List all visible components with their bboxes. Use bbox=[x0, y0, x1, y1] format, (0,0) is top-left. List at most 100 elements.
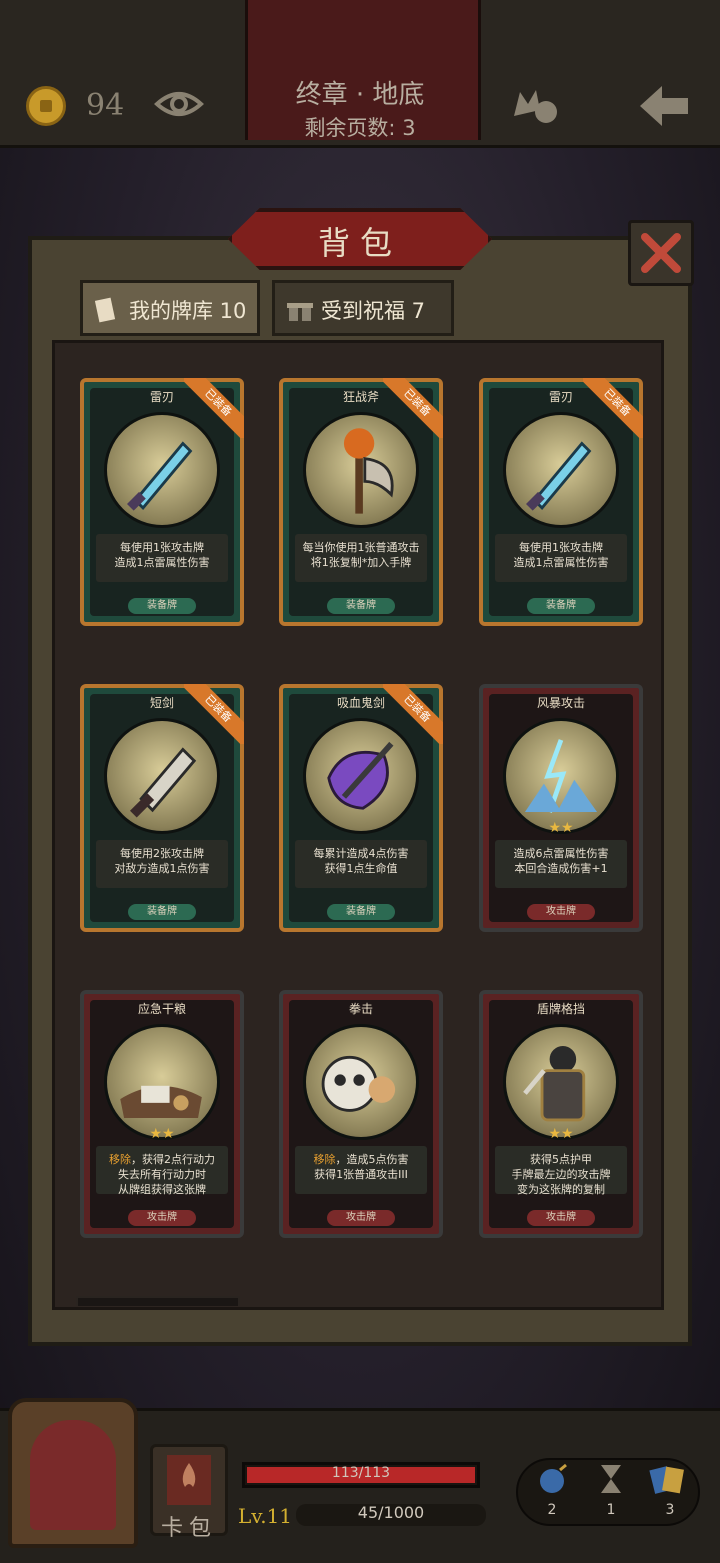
card-name: 盾牌格挡 bbox=[536, 1002, 585, 1016]
card-type: 装备牌 bbox=[327, 598, 395, 614]
card-description-line: 获得5点护甲 bbox=[495, 1152, 627, 1167]
tab-blessings[interactable]: 受到祝福 7 bbox=[272, 280, 454, 336]
equipped-badge-label: 已装备 bbox=[583, 378, 643, 438]
close-icon bbox=[641, 233, 681, 273]
card-description: 每使用1张攻击牌 造成1点雷属性伤害 bbox=[96, 534, 228, 582]
card-description-text: 每累计造成4点伤害 bbox=[313, 847, 409, 860]
card-description-line: 本回合造成伤害+1 bbox=[495, 861, 627, 876]
equipped-badge-label: 已装备 bbox=[383, 684, 443, 744]
card[interactable]: 狂战斧 每当你使用1张普通攻击 将1张复制*加入手牌 装备牌 已装备 bbox=[279, 378, 443, 626]
xp-text: 45/1000 bbox=[357, 1503, 425, 1522]
card-description-line: 造成1点雷属性伤害 bbox=[96, 555, 228, 570]
pages-left: 剩余页数: 3 bbox=[304, 116, 416, 140]
card-description-text: 对敌方造成1点伤害 bbox=[114, 862, 210, 875]
bomb-count: 2 bbox=[547, 1502, 557, 1518]
fire-book-icon bbox=[167, 1455, 211, 1505]
card-type: 攻击牌 bbox=[327, 1210, 395, 1226]
card-art bbox=[104, 1024, 220, 1140]
hp-text: 113/113 bbox=[331, 1465, 391, 1481]
tab-my-deck-label: 我的牌库 10 bbox=[129, 299, 247, 323]
chapter-title: 终章 · 地底 bbox=[295, 80, 425, 110]
card[interactable]: 雷刃 每使用1张攻击牌 造成1点雷属性伤害 装备牌 已装备 bbox=[80, 378, 244, 626]
card-type: 攻击牌 bbox=[527, 1210, 595, 1226]
equipped-badge: 已装备 bbox=[184, 684, 244, 744]
card-description-line: 造成1点雷属性伤害 bbox=[495, 555, 627, 570]
cards-stack-icon[interactable] bbox=[648, 1462, 688, 1496]
card-description: 每当你使用1张普通攻击 将1张复制*加入手牌 bbox=[295, 534, 427, 582]
hero-portrait bbox=[30, 1420, 116, 1530]
coin-count: 94 bbox=[86, 88, 125, 123]
tab-my-deck[interactable]: 我的牌库 10 bbox=[80, 280, 260, 336]
card-description-text: ，造成5点伤害 bbox=[335, 1153, 409, 1166]
card-pack-label: 卡包 bbox=[160, 1516, 217, 1541]
card-description-text: 失去所有行动力时 bbox=[118, 1168, 206, 1181]
cards-count: 3 bbox=[665, 1502, 675, 1518]
equipped-badge-label: 已装备 bbox=[184, 378, 244, 438]
card-type: 装备牌 bbox=[527, 598, 595, 614]
card-description-line: 获得1张普通攻击III bbox=[295, 1167, 427, 1182]
card-type: 攻击牌 bbox=[128, 1210, 196, 1226]
equipped-badge: 已装备 bbox=[583, 378, 643, 438]
card-description-text: 变为这张牌的复制 bbox=[517, 1183, 605, 1196]
card[interactable]: 盾牌格挡 ★★ 获得5点护甲手牌最左边的攻击牌 变为这张牌的复制 攻击牌 bbox=[479, 990, 643, 1238]
card-description-line: 移除，获得2点行动力 bbox=[96, 1152, 228, 1167]
card[interactable]: 吸血鬼剑 每累计造成4点伤害 获得1点生命值 装备牌 已装备 bbox=[279, 684, 443, 932]
card-description-line: 每使用2张攻击牌 bbox=[96, 846, 228, 861]
card[interactable]: 拳击 移除，造成5点伤害 获得1张普通攻击III 攻击牌 bbox=[279, 990, 443, 1238]
card-description-text: 获得1张普通攻击III bbox=[314, 1168, 408, 1181]
shield-knight-icon bbox=[523, 1045, 586, 1122]
card-description-line: 从牌组获得这张牌 bbox=[96, 1182, 228, 1197]
card-description: 每使用2张攻击牌 对敌方造成1点伤害 bbox=[96, 840, 228, 888]
card-description-line: 每累计造成4点伤害 bbox=[295, 846, 427, 861]
card-name: 风暴攻击 bbox=[536, 696, 585, 710]
card-description-line: 每当你使用1张普通攻击 bbox=[295, 540, 427, 555]
close-button[interactable] bbox=[628, 220, 694, 286]
card[interactable]: 应急干粮 ★★ 移除，获得2点行动力 失去所有行动力时 从牌组获得这张牌 攻击牌 bbox=[80, 990, 244, 1238]
card-keyword: 移除 bbox=[313, 1153, 336, 1166]
card-description-text: 每使用1张攻击牌 bbox=[120, 541, 204, 554]
hourglass-icon[interactable] bbox=[596, 1462, 626, 1496]
equipped-badge: 已装备 bbox=[184, 378, 244, 438]
card-stars: ★★ bbox=[548, 1126, 574, 1142]
backpack-title: 背包 bbox=[317, 224, 402, 262]
card[interactable]: 风暴攻击 ★★ 造成6点雷属性伤害 本回合造成伤害+1 攻击牌 bbox=[479, 684, 643, 932]
card-description-text: 每当你使用1张普通攻击 bbox=[302, 541, 420, 554]
card-description: 每累计造成4点伤害 获得1点生命值 bbox=[295, 840, 427, 888]
card-description-line: 造成6点雷属性伤害 bbox=[495, 846, 627, 861]
card-type: 装备牌 bbox=[327, 904, 395, 920]
card[interactable]: 雷刃 每使用1张攻击牌 造成1点雷属性伤害 装备牌 已装备 bbox=[479, 378, 643, 626]
card-art bbox=[503, 718, 619, 834]
pets-icon[interactable] bbox=[510, 82, 562, 126]
back-arrow-icon[interactable] bbox=[636, 82, 692, 130]
card-description-text: 获得5点护甲 bbox=[530, 1153, 592, 1166]
card-description: 造成6点雷属性伤害 本回合造成伤害+1 bbox=[495, 840, 627, 888]
card-art bbox=[503, 1024, 619, 1140]
cards-icon bbox=[95, 297, 116, 323]
card-description-text: 每使用1张攻击牌 bbox=[519, 541, 603, 554]
card-description-text: ，获得2点行动力 bbox=[131, 1153, 215, 1166]
card-description: 移除，获得2点行动力 失去所有行动力时 从牌组获得这张牌 bbox=[96, 1146, 228, 1197]
card-description-text: 手牌最左边的攻击牌 bbox=[511, 1168, 611, 1181]
card-description: 移除，造成5点伤害 获得1张普通攻击III bbox=[295, 1146, 427, 1194]
eye-icon[interactable] bbox=[154, 84, 204, 124]
card[interactable]: 短剑 每使用2张攻击牌 对敌方造成1点伤害 装备牌 已装备 bbox=[80, 684, 244, 932]
card-name: 应急干粮 bbox=[137, 1002, 186, 1016]
card-description-text: 造成1点雷属性伤害 bbox=[114, 556, 210, 569]
hourglass-count: 1 bbox=[606, 1502, 616, 1518]
card-description-line: 变为这张牌的复制 bbox=[495, 1182, 627, 1197]
card-keyword: 移除 bbox=[109, 1153, 131, 1166]
card-stars: ★★ bbox=[548, 820, 574, 836]
card-type: 装备牌 bbox=[128, 598, 196, 614]
equipped-badge: 已装备 bbox=[383, 684, 443, 744]
card-type: 装备牌 bbox=[128, 904, 196, 920]
card-type: 攻击牌 bbox=[527, 904, 595, 920]
card-description-line: 每使用1张攻击牌 bbox=[495, 540, 627, 555]
card-description-line: 移除，造成5点伤害 bbox=[295, 1152, 427, 1167]
card-description-line: 手牌最左边的攻击牌 bbox=[495, 1167, 627, 1182]
bomb-icon[interactable] bbox=[536, 1462, 570, 1496]
storm-icon bbox=[524, 739, 598, 813]
card-name: 拳击 bbox=[348, 1002, 373, 1016]
card-description-text: 每使用2张攻击牌 bbox=[120, 847, 204, 860]
tab-blessings-label: 受到祝福 7 bbox=[321, 299, 426, 323]
punch-skull-icon bbox=[321, 1055, 396, 1112]
